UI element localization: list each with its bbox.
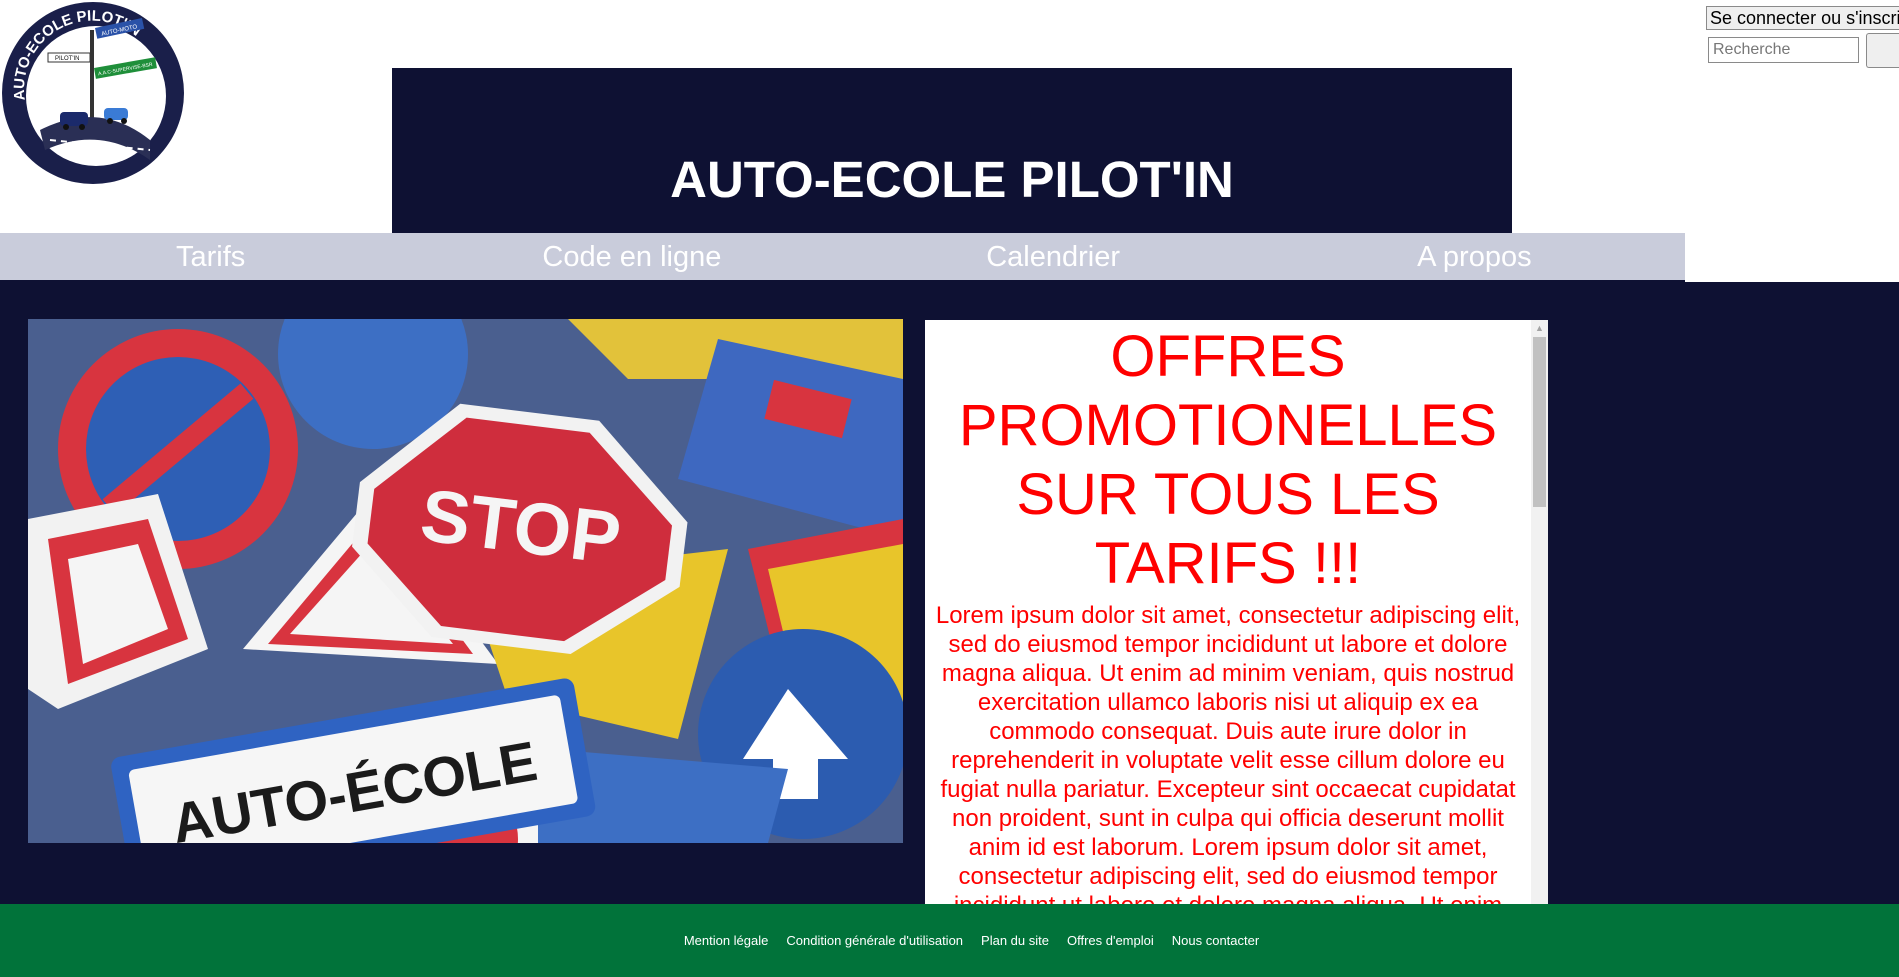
promo-content: OFFRES PROMOTIONELLES SUR TOUS LES TARIF… xyxy=(925,320,1531,905)
search-button[interactable] xyxy=(1866,33,1899,68)
hero-image: STOP AUTO-ÉCOLE xyxy=(28,319,903,843)
site-footer: Mention légale Condition générale d'util… xyxy=(0,904,1899,977)
scroll-thumb[interactable] xyxy=(1533,337,1546,507)
footer-link-plan-du-site[interactable]: Plan du site xyxy=(981,933,1049,948)
promo-text: Lorem ipsum dolor sit amet, consectetur … xyxy=(935,602,1521,905)
site-logo[interactable]: AUTO-ECOLE PILOT'IN AUTO-MOTO PILOT'IN A… xyxy=(0,0,186,186)
promo-panel[interactable]: OFFRES PROMOTIONELLES SUR TOUS LES TARIF… xyxy=(925,320,1548,905)
logo-emblem: AUTO-ECOLE PILOT'IN AUTO-MOTO PILOT'IN A… xyxy=(2,2,184,184)
nav-item-a-propos[interactable]: A propos xyxy=(1264,233,1685,282)
footer-link-offres-emploi[interactable]: Offres d'emploi xyxy=(1067,933,1154,948)
scroll-up-arrow-icon[interactable]: ▲ xyxy=(1531,320,1548,337)
promo-scrollbar[interactable]: ▲ xyxy=(1531,320,1548,905)
login-signup-link[interactable]: Se connecter ou s'inscrire xyxy=(1706,6,1899,30)
nav-item-calendrier[interactable]: Calendrier xyxy=(843,233,1264,282)
main-nav: Tarifs Code en ligne Calendrier A propos xyxy=(0,233,1685,282)
header-banner: AUTO-ECOLE PILOT'IN xyxy=(392,68,1512,234)
road-signs-illustration: STOP AUTO-ÉCOLE xyxy=(28,319,903,843)
promo-title: OFFRES PROMOTIONELLES SUR TOUS LES TARIF… xyxy=(958,324,1498,596)
nav-item-tarifs[interactable]: Tarifs xyxy=(0,233,421,282)
site-title: AUTO-ECOLE PILOT'IN xyxy=(670,151,1234,208)
footer-link-mention-legale[interactable]: Mention légale xyxy=(684,933,769,948)
footer-link-cgu[interactable]: Condition générale d'utilisation xyxy=(786,933,963,948)
footer-link-nous-contacter[interactable]: Nous contacter xyxy=(1172,933,1259,948)
search-input[interactable] xyxy=(1708,37,1859,63)
logo-sign-2: PILOT'IN xyxy=(55,56,79,62)
nav-item-code-en-ligne[interactable]: Code en ligne xyxy=(421,233,842,282)
